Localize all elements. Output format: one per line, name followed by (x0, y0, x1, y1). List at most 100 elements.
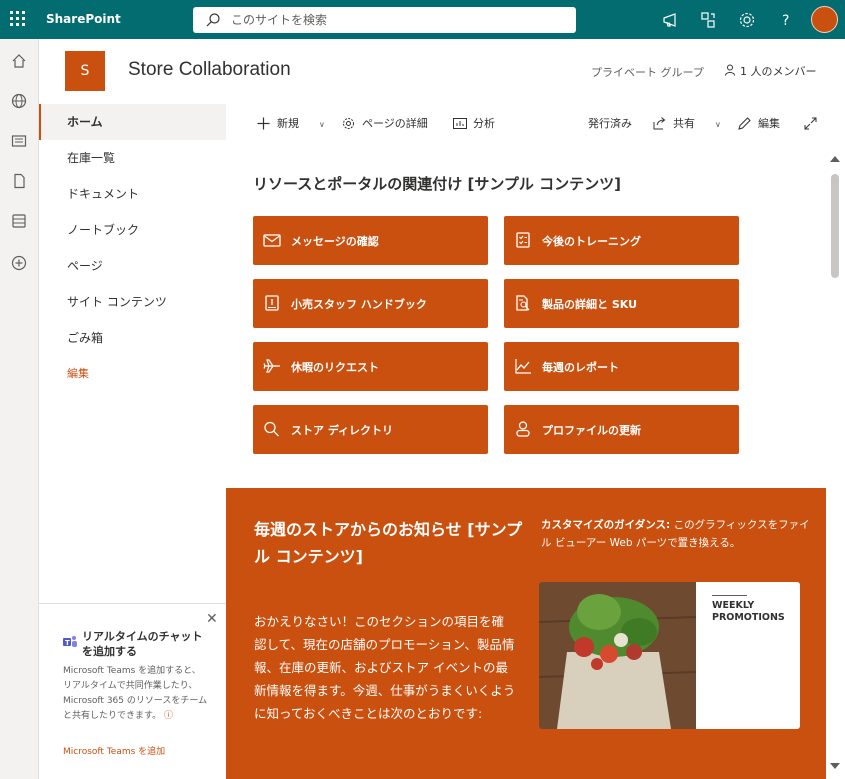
add-circle-icon[interactable] (11, 255, 27, 271)
svg-text:?: ? (782, 13, 789, 29)
scroll-up-icon[interactable] (829, 154, 841, 164)
app-switch-icon[interactable] (698, 10, 718, 30)
news-title: 毎週のストアからのお知らせ [サンプル コンテンツ] (254, 520, 523, 566)
analytics-button[interactable]: 分析 (453, 116, 495, 132)
news-body: おかえりなさい！このセクションの項目を確認して、現在の店舗のプロモーション、製品… (254, 614, 516, 721)
nav-item-inventory[interactable]: 在庫一覧 (39, 140, 226, 176)
new-button[interactable]: 新規 ∨ (257, 116, 325, 132)
nav-item-documents[interactable]: ドキュメント (39, 176, 226, 212)
nav-item-home[interactable]: ホーム (39, 104, 226, 140)
quicklink-product-details[interactable]: 製品の詳細と SKU (504, 279, 739, 328)
nav-edit-link[interactable]: 編集 (39, 356, 226, 392)
gear-icon (343, 118, 354, 129)
app-bar (0, 39, 39, 779)
page-details-button[interactable]: ページの詳細 (342, 116, 428, 132)
quicklink-label: メッセージの確認 (291, 235, 379, 248)
search-icon (206, 13, 220, 27)
nav-item-recycle-bin[interactable]: ごみ箱 (39, 320, 226, 356)
edit-label: 編集 (758, 117, 780, 130)
quicklink-label: 今後のトレーニング (542, 235, 641, 248)
weekly-promotions-image[interactable]: WEEKLY PROMOTIONS (539, 582, 800, 729)
person-icon (516, 421, 530, 437)
search-input[interactable] (231, 11, 551, 29)
analytics-label: 分析 (473, 117, 495, 130)
info-icon[interactable]: ⓘ (164, 711, 173, 721)
share-label: 共有 (673, 117, 695, 130)
nav-item-site-contents[interactable]: サイト コンテンツ (39, 284, 226, 320)
close-icon[interactable]: ✕ (206, 611, 218, 627)
quicklink-label: 小売スタッフ ハンドブック (291, 298, 427, 311)
plus-icon (257, 117, 270, 130)
quicklink-vacation[interactable]: 休暇のリクエスト (253, 342, 488, 391)
analytics-icon (453, 118, 467, 129)
add-teams-link[interactable]: Microsoft Teams を追加 (63, 744, 165, 757)
published-label: 発行済み (588, 117, 632, 130)
quicklink-weekly-report[interactable]: 毎週のレポート (504, 342, 739, 391)
home-icon[interactable] (11, 53, 27, 69)
promo-line1: WEEKLY (712, 600, 755, 611)
quicklink-messages[interactable]: メッセージの確認 (253, 216, 488, 265)
globe-icon[interactable] (11, 93, 27, 109)
teams-promo-text: Microsoft Teams を追加すると、リアルタイムで共同作業したり、Mi… (63, 666, 208, 721)
quicklink-label: プロファイルの更新 (542, 424, 641, 437)
weekly-announcements-section: 毎週のストアからのお知らせ [サンプル コンテンツ] おかえりなさい！このセクシ… (226, 488, 826, 779)
promo-line2: PROMOTIONS (712, 612, 785, 623)
chevron-down-icon: ∨ (319, 120, 325, 129)
promo-title: WEEKLY PROMOTIONS (712, 595, 785, 624)
quicklink-training[interactable]: 今後のトレーニング (504, 216, 739, 265)
share-icon (653, 117, 666, 130)
guidance-label: カスタマイズのガイダンス: (541, 519, 671, 531)
teams-promo-title: リアルタイムのチャットを追加する (82, 630, 203, 658)
quicklink-label: 毎週のレポート (542, 361, 619, 374)
teams-promo-panel: ✕ T リアルタイムのチャットを追加する Microsoft Teams を追加… (39, 603, 226, 779)
app-launcher-icon[interactable] (10, 11, 28, 29)
nav-item-notebook[interactable]: ノートブック (39, 212, 226, 248)
published-status: 発行済み (588, 116, 632, 132)
quicklink-profile-update[interactable]: プロファイルの更新 (504, 405, 739, 454)
teams-icon: T (63, 636, 77, 647)
site-title[interactable]: Store Collaboration (128, 59, 291, 81)
news-icon[interactable] (11, 133, 27, 149)
airplane-icon (263, 359, 280, 373)
quicklink-label: 製品の詳細と SKU (542, 298, 638, 311)
chevron-down-icon: ∨ (715, 120, 721, 129)
svg-text:T: T (65, 639, 70, 647)
quicklinks-title: リソースとポータルの関連付け [サンプル コンテンツ] (253, 175, 621, 193)
quicklink-handbook[interactable]: 小売スタッフ ハンドブック (253, 279, 488, 328)
gear-icon[interactable] (737, 10, 757, 30)
members-label: 1 人のメンバー (740, 65, 817, 78)
document-search-icon (516, 295, 530, 311)
left-navigation: ホーム 在庫一覧 ドキュメント ノートブック ページ サイト コンテンツ ごみ箱… (39, 104, 226, 604)
expand-icon[interactable] (804, 117, 817, 130)
quicklink-label: 休暇のリクエスト (291, 361, 379, 374)
scroll-down-icon[interactable] (829, 761, 841, 771)
quicklink-label: ストア ディレクトリ (291, 424, 394, 437)
pencil-icon (738, 117, 751, 130)
teams-promo-description: Microsoft Teams を追加すると、リアルタイムで共同作業したり、Mi… (63, 664, 208, 724)
customization-guidance: カスタマイズのガイダンス: このグラフィックスをファイル ビューアー Web パ… (541, 516, 816, 552)
scrollbar-thumb[interactable] (831, 174, 839, 278)
search-box[interactable] (193, 7, 576, 33)
checklist-icon (516, 232, 530, 248)
file-icon[interactable] (11, 173, 27, 189)
search-icon (264, 421, 279, 437)
avatar[interactable] (811, 6, 838, 33)
app-name[interactable]: SharePoint (46, 12, 121, 26)
new-label: 新規 (277, 117, 299, 130)
book-icon (265, 295, 279, 311)
suite-bar: SharePoint ? (0, 0, 845, 39)
site-logo[interactable]: S (65, 51, 105, 91)
megaphone-icon[interactable] (661, 10, 681, 30)
produce-bag-photo (539, 582, 696, 729)
person-icon (725, 64, 735, 76)
share-button[interactable]: 共有 ∨ (653, 116, 721, 132)
help-icon[interactable]: ? (776, 10, 796, 30)
edit-button[interactable]: 編集 (738, 116, 780, 132)
lists-icon[interactable] (11, 213, 27, 229)
chart-line-icon (515, 359, 531, 374)
quicklink-store-directory[interactable]: ストア ディレクトリ (253, 405, 488, 454)
page-details-label: ページの詳細 (362, 117, 428, 130)
privacy-label: プライベート グループ (591, 66, 704, 79)
members-button[interactable]: 1 人のメンバー (724, 63, 817, 79)
nav-item-pages[interactable]: ページ (39, 248, 226, 284)
